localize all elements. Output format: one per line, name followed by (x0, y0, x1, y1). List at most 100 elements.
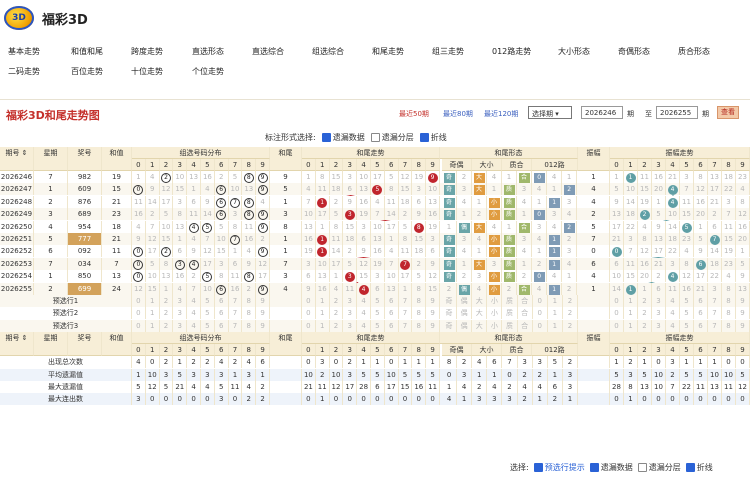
prerow-digit[interactable]: 7 (708, 307, 722, 320)
prerow-digit[interactable]: 5 (680, 319, 694, 332)
nav-item[interactable]: 大小形态 (558, 46, 590, 57)
prerow-digit[interactable]: 7 (399, 307, 413, 320)
prerow-digit[interactable]: 9 (256, 319, 270, 332)
prerow-digit[interactable]: 3 (173, 319, 188, 332)
prerow-digit[interactable]: 6 (385, 295, 399, 307)
prerow-shape[interactable]: 偶 (457, 295, 473, 307)
prerow-digit[interactable]: 1 (624, 295, 638, 307)
prerow-digit[interactable]: 7 (229, 295, 243, 307)
prerow-digit[interactable]: 8 (242, 319, 257, 332)
prerow-digit[interactable]: 5 (201, 295, 215, 307)
prerow-digit[interactable]: 2 (638, 307, 652, 320)
prerow-digit[interactable]: 8 (242, 307, 257, 320)
prerow-digit[interactable]: 6 (215, 307, 229, 320)
prerow-shape[interactable]: 2 (563, 295, 578, 307)
nav-item[interactable]: 个位走势 (192, 66, 224, 77)
prerow-digit[interactable]: 3 (343, 307, 358, 320)
prerow-shape[interactable]: 1 (548, 319, 563, 332)
prerow-digit[interactable]: 3 (652, 295, 666, 307)
prerow-shape[interactable]: 2 (563, 319, 578, 332)
prerow-digit[interactable]: 9 (736, 295, 750, 307)
nav-item[interactable]: 基本走势 (8, 46, 40, 57)
prerow-amp[interactable] (578, 307, 610, 320)
prerow-digit[interactable]: 7 (708, 319, 722, 332)
prerow-digit[interactable]: 9 (256, 307, 270, 320)
prerow-shape[interactable]: 质 (502, 295, 518, 307)
recent-120-link[interactable]: 最近120期 (484, 109, 518, 119)
nav-item[interactable]: 十位走势 (131, 66, 163, 77)
prerow-digit[interactable]: 2 (330, 319, 344, 332)
prerow-digit[interactable]: 9 (426, 307, 440, 320)
to-issue-input[interactable]: 2026255 (656, 106, 698, 119)
prerow-shape[interactable]: 合 (518, 307, 533, 320)
prerow-digit[interactable]: 3 (173, 307, 188, 320)
prerow-digit[interactable]: 4 (187, 307, 201, 320)
from-issue-input[interactable]: 2026246 (581, 106, 623, 119)
prerow-digit[interactable]: 7 (399, 319, 413, 332)
prerow-digit[interactable]: 3 (652, 319, 666, 332)
prerow-shape[interactable]: 合 (518, 295, 533, 307)
prerow-shape[interactable]: 奇 (442, 307, 458, 320)
nav-item[interactable]: 直选综合 (252, 46, 284, 57)
prerow-shape[interactable]: 大 (472, 295, 488, 307)
prerow-shape[interactable]: 1 (548, 295, 563, 307)
prerow-digit[interactable]: 6 (694, 295, 708, 307)
nav-item[interactable]: 质合形态 (678, 46, 710, 57)
prerow-digit[interactable]: 6 (215, 295, 229, 307)
prerow-digit[interactable]: 7 (229, 307, 243, 320)
prerow-digit[interactable]: 3 (652, 307, 666, 320)
prerow-digit[interactable]: 0 (132, 307, 146, 320)
prerow-digit[interactable]: 5 (680, 295, 694, 307)
checkbox-icon[interactable] (533, 463, 543, 472)
prerow-digit[interactable]: 1 (624, 319, 638, 332)
recent-80-link[interactable]: 最近80期 (443, 109, 473, 119)
prerow-digit[interactable]: 8 (412, 295, 427, 307)
prerow-amp[interactable] (578, 295, 610, 307)
checkbox-icon[interactable] (370, 133, 380, 142)
prerow-digit[interactable]: 6 (694, 307, 708, 320)
prerow-shape[interactable]: 0 (533, 307, 548, 320)
prerow-shape[interactable]: 2 (563, 307, 578, 320)
prerow-digit[interactable]: 9 (736, 319, 750, 332)
prerow-digit[interactable]: 1 (316, 295, 330, 307)
prerow-shape[interactable]: 合 (518, 319, 533, 332)
prerow-tail[interactable] (270, 319, 302, 332)
prerow-digit[interactable]: 8 (412, 319, 427, 332)
checkbox-icon[interactable] (637, 463, 647, 472)
prerow-digit[interactable]: 1 (146, 307, 160, 320)
prerow-digit[interactable]: 4 (666, 319, 680, 332)
prerow-shape[interactable]: 奇 (442, 319, 458, 332)
prerow-digit[interactable]: 3 (343, 319, 358, 332)
prerow-shape[interactable]: 小 (487, 319, 503, 332)
opt-polyline[interactable]: 折线 (419, 132, 447, 143)
prerow-digit[interactable]: 6 (385, 319, 399, 332)
prerow-digit[interactable]: 0 (302, 307, 316, 320)
prerow-digit[interactable]: 0 (302, 319, 316, 332)
prerow-digit[interactable]: 0 (610, 319, 624, 332)
prerow-digit[interactable]: 1 (624, 307, 638, 320)
prerow-digit[interactable]: 9 (736, 307, 750, 320)
nav-item[interactable]: 和尾走势 (372, 46, 404, 57)
prerow-digit[interactable]: 7 (229, 319, 243, 332)
prerow-shape[interactable]: 大 (472, 319, 488, 332)
prerow-digit[interactable]: 2 (638, 295, 652, 307)
prerow-shape[interactable]: 大 (472, 307, 488, 320)
prerow-digit[interactable]: 8 (722, 295, 736, 307)
prerow-digit[interactable]: 1 (316, 319, 330, 332)
prerow-digit[interactable]: 1 (146, 319, 160, 332)
prerow-amp[interactable] (578, 319, 610, 332)
prerow-digit[interactable]: 4 (357, 319, 371, 332)
period-select[interactable]: 选择期 ▾ (528, 106, 572, 119)
opt-prerow-hint[interactable]: 预选行提示 (533, 462, 585, 473)
prerow-shape[interactable]: 1 (548, 307, 563, 320)
prerow-digit[interactable]: 8 (242, 295, 257, 307)
prerow-digit[interactable]: 8 (722, 319, 736, 332)
prerow-digit[interactable]: 5 (680, 307, 694, 320)
prerow-digit[interactable]: 2 (160, 295, 174, 307)
opt-missing-data[interactable]: 遗漏数据 (321, 132, 365, 143)
prerow-digit[interactable]: 6 (694, 319, 708, 332)
prerow-digit[interactable]: 0 (610, 307, 624, 320)
prerow-digit[interactable]: 8 (412, 307, 427, 320)
checkbox-icon[interactable] (419, 133, 429, 142)
prerow-digit[interactable]: 9 (256, 295, 270, 307)
